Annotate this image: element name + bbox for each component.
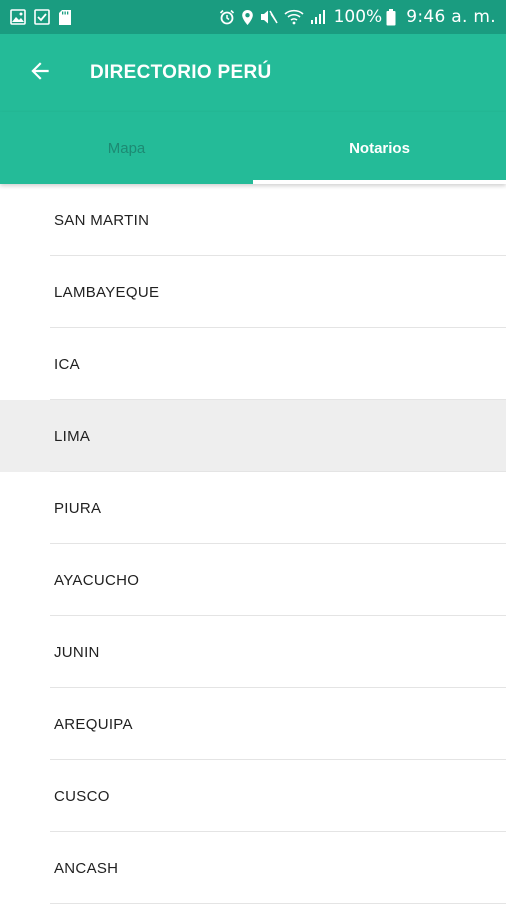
list-item-label: LAMBAYEQUE: [54, 283, 160, 301]
list-item-label: CUSCO: [54, 787, 110, 805]
status-left-icons: [10, 9, 80, 26]
app-bar: DIRECTORIO PERÚ: [0, 34, 506, 112]
list-item-ayacucho[interactable]: AYACUCHO: [0, 544, 506, 616]
list-item-label: PIURA: [54, 499, 102, 517]
list-item-arequipa[interactable]: AREQUIPA: [0, 688, 506, 760]
app-title: DIRECTORIO PERÚ: [90, 62, 272, 83]
list-item-label: AREQUIPA: [54, 715, 133, 733]
arrow-back-icon: [27, 58, 53, 89]
list-item-label: SAN MARTIN: [54, 211, 150, 229]
tab-label: Notarios: [349, 139, 410, 157]
signal-icon: [310, 9, 326, 25]
list-item-lima[interactable]: LIMA: [0, 400, 506, 472]
list-item-san-martin[interactable]: SAN MARTIN: [0, 184, 506, 256]
tab-bar: Mapa Notarios: [0, 112, 506, 184]
list-item-lambayeque[interactable]: LAMBAYEQUE: [0, 256, 506, 328]
list-item-label: LIMA: [54, 427, 91, 445]
list-item-label: JUNIN: [54, 643, 100, 661]
alarm-icon: [219, 9, 235, 25]
battery-percentage: 100%: [333, 7, 383, 27]
list-item-ica[interactable]: ICA: [0, 328, 506, 400]
list-item-label: ICA: [54, 355, 80, 373]
back-button[interactable]: [20, 53, 60, 93]
list-item-label: AYACUCHO: [54, 571, 140, 589]
list-item-piura[interactable]: PIURA: [0, 472, 506, 544]
region-list: SAN MARTIN LAMBAYEQUE ICA LIMA PIURA AYA…: [0, 184, 506, 904]
list-item-junin[interactable]: JUNIN: [0, 616, 506, 688]
image-icon: [10, 9, 26, 25]
mute-icon: [260, 9, 278, 25]
status-bar: 100% 9:46 a. m.: [0, 0, 506, 34]
tab-label: Mapa: [107, 139, 146, 157]
tab-mapa[interactable]: Mapa: [0, 112, 253, 184]
location-icon: [241, 9, 254, 26]
battery-icon: [386, 8, 396, 26]
list-item-cusco[interactable]: CUSCO: [0, 760, 506, 832]
list-item-ancash[interactable]: ANCASH: [0, 832, 506, 904]
status-time: 9:46 a. m.: [406, 7, 496, 27]
tab-notarios[interactable]: Notarios: [253, 112, 506, 184]
status-right-icons: 100% 9:46 a. m.: [219, 7, 496, 27]
checkbox-icon: [34, 9, 50, 25]
list-item-label: ANCASH: [54, 859, 119, 877]
sd-card-icon: [58, 9, 72, 26]
wifi-icon: [284, 9, 304, 25]
